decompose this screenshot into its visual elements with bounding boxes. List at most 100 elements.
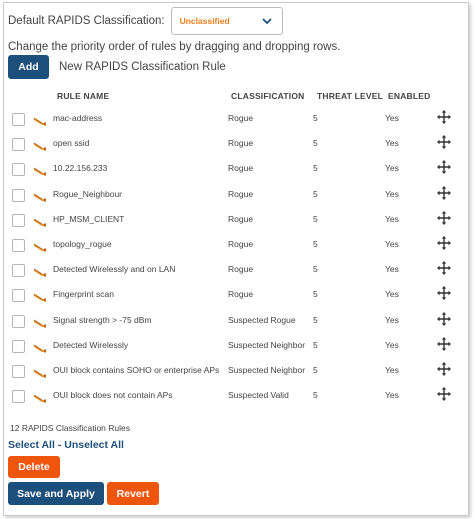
drag-move-icon[interactable] (437, 110, 451, 124)
revert-button[interactable]: Revert (107, 482, 159, 505)
header-enabled[interactable]: ENABLED (388, 91, 431, 101)
enabled-cell: Yes (385, 163, 399, 174)
drag-move-icon[interactable] (437, 336, 451, 351)
table-row[interactable]: Fingerprint scan Rogue 5 Yes (0, 283, 474, 308)
row-checkbox[interactable] (12, 339, 25, 353)
table-row[interactable]: Signal strength > -75 dBm Suspected Rogu… (0, 309, 474, 334)
classification-cell: Suspected Neighbor (228, 365, 306, 375)
row-checkbox[interactable] (12, 213, 25, 227)
row-checkbox[interactable] (12, 289, 25, 303)
rule-name-cell: OUI block contains SOHO or enterprise AP… (53, 365, 220, 375)
drag-move-icon[interactable] (437, 387, 451, 402)
table-row[interactable]: Detected Wirelessly Suspected Neighbor 5… (0, 334, 474, 359)
table-row[interactable]: Detected Wirelessly and on LAN Rogue 5 Y… (0, 258, 474, 283)
classification-cell: Rogue (228, 113, 254, 123)
table-row[interactable]: open ssid Rogue 5 Yes (0, 132, 474, 157)
default-classification-value: Unclassified (179, 16, 230, 26)
threat-level-cell: 5 (313, 314, 318, 325)
threat-level-cell: 5 (313, 138, 318, 149)
row-checkbox[interactable] (12, 390, 25, 404)
header-threat-level[interactable]: THREAT LEVEL (317, 91, 383, 101)
header-classification[interactable]: CLASSIFICATION (231, 91, 304, 101)
threat-level-cell: 5 (313, 113, 318, 123)
table-row[interactable]: mac-address Rogue 5 Yes (0, 107, 474, 132)
rule-count: 12 RAPIDS Classification Rules (10, 423, 130, 433)
enabled-cell: Yes (385, 188, 399, 199)
threat-level-cell: 5 (313, 289, 318, 300)
enabled-cell: Yes (385, 390, 399, 401)
rule-name-cell: open ssid (53, 138, 90, 149)
rule-name-cell: Detected Wirelessly (53, 339, 129, 350)
rule-tag-icon (33, 214, 47, 227)
classification-cell: Rogue (228, 163, 254, 174)
rule-tag-icon (33, 189, 47, 202)
selection-links: Select All - Unselect All (8, 439, 124, 451)
table-row[interactable]: OUI block does not contain APs Suspected… (0, 384, 474, 409)
threat-level-cell: 5 (313, 163, 318, 174)
rule-tag-icon (33, 113, 47, 126)
row-checkbox[interactable] (12, 314, 25, 328)
classification-cell: Rogue (228, 264, 254, 275)
drag-move-icon[interactable] (437, 362, 451, 376)
delete-button[interactable]: Delete (8, 456, 60, 478)
table-row[interactable]: 10.22.156.233 Rogue 5 Yes (0, 157, 474, 182)
save-and-apply-button[interactable]: Save and Apply (8, 482, 104, 505)
drag-move-icon[interactable] (437, 236, 451, 250)
enabled-cell: Yes (385, 289, 399, 300)
table-row[interactable]: OUI block contains SOHO or enterprise AP… (0, 359, 474, 384)
enabled-cell: Yes (385, 314, 399, 325)
rule-name-cell: topology_rogue (53, 239, 112, 249)
table-row[interactable]: topology_rogue Rogue 5 Yes (0, 233, 474, 258)
rule-tag-icon (33, 390, 47, 403)
threat-level-cell: 5 (313, 239, 318, 249)
row-checkbox[interactable] (12, 365, 25, 378)
rule-tag-icon (33, 289, 47, 302)
select-all-link[interactable]: Select All (8, 439, 55, 451)
classification-cell: Rogue (228, 138, 254, 149)
classification-cell: Rogue (228, 239, 254, 249)
drag-move-icon[interactable] (437, 286, 451, 301)
drag-move-icon[interactable] (437, 261, 451, 276)
threat-level-cell: 5 (313, 188, 318, 199)
row-checkbox[interactable] (12, 188, 25, 202)
classification-cell: Rogue (228, 188, 254, 199)
rule-name-cell: HP_MSM_CLIENT (53, 213, 125, 224)
enabled-cell: Yes (385, 339, 399, 350)
rule-tag-icon (33, 138, 47, 151)
drag-move-icon[interactable] (437, 210, 451, 225)
unselect-all-link[interactable]: Unselect All (64, 439, 124, 451)
add-button[interactable]: Add (8, 55, 49, 79)
threat-level-cell: 5 (313, 339, 318, 350)
classification-cell: Suspected Neighbor (228, 339, 306, 350)
enabled-cell: Yes (385, 113, 399, 123)
table-row[interactable]: Rogue_Neighbour Rogue 5 Yes (0, 183, 474, 208)
row-checkbox[interactable] (12, 163, 25, 177)
default-classification-row: Default RAPIDS Classification: Unclassif… (8, 7, 283, 35)
drag-move-icon[interactable] (437, 185, 451, 200)
rule-name-cell: Signal strength > -75 dBm (53, 314, 152, 325)
drag-move-icon[interactable] (437, 135, 451, 150)
threat-level-cell: 5 (313, 390, 318, 401)
link-separator: - (54, 439, 65, 451)
threat-level-cell: 5 (313, 213, 318, 224)
threat-level-cell: 5 (313, 365, 318, 375)
row-checkbox[interactable] (12, 264, 25, 278)
rule-name-cell: mac-address (53, 113, 103, 123)
rule-tag-icon (33, 264, 47, 277)
table-row[interactable]: HP_MSM_CLIENT Rogue 5 Yes (0, 208, 474, 233)
default-classification-select[interactable]: Unclassified (170, 7, 283, 35)
rule-name-cell: Detected Wirelessly and on LAN (53, 264, 176, 275)
row-checkbox[interactable] (12, 138, 25, 152)
header-rule-name[interactable]: RULE NAME (57, 91, 109, 101)
row-checkbox[interactable] (12, 239, 25, 252)
drag-move-icon[interactable] (437, 160, 451, 175)
enabled-cell: Yes (385, 213, 399, 224)
drag-move-icon[interactable] (437, 311, 451, 326)
rule-name-cell: Fingerprint scan (53, 289, 114, 300)
row-checkbox[interactable] (12, 113, 25, 126)
help-text: Change the priority order of rules by dr… (8, 41, 341, 53)
classification-cell: Rogue (228, 289, 254, 300)
classification-cell: Suspected Valid (228, 390, 289, 401)
rule-name-cell: OUI block does not contain APs (53, 390, 173, 401)
chevron-down-icon (260, 14, 274, 28)
